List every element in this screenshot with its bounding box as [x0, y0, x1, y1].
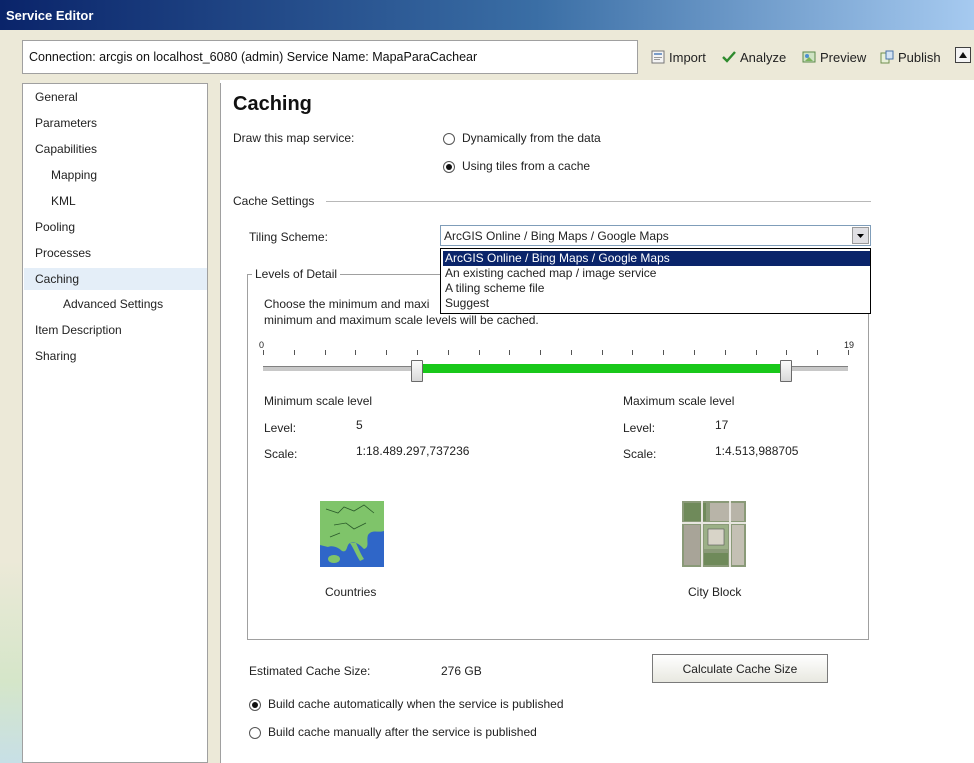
sidebar-item-kml[interactable]: KML: [51, 194, 76, 208]
sidebar-item-item-description[interactable]: Item Description: [35, 323, 122, 337]
checkmark-icon: [722, 51, 736, 63]
sidebar-item-mapping[interactable]: Mapping: [51, 168, 97, 182]
import-button[interactable]: Import: [651, 48, 706, 66]
publish-button[interactable]: Publish: [880, 48, 941, 66]
city-block-map-thumbnail: [682, 501, 746, 567]
tiling-scheme-label: Tiling Scheme:: [249, 230, 328, 244]
max-scale-heading: Maximum scale level: [623, 394, 735, 408]
cache-settings-heading: Cache Settings: [233, 194, 315, 208]
countries-caption: Countries: [325, 585, 377, 599]
min-level-value: 5: [356, 418, 363, 432]
min-scale-heading: Minimum scale level: [264, 394, 373, 408]
sidebar-item-parameters[interactable]: Parameters: [35, 116, 97, 130]
min-scale-label: Scale:: [264, 447, 298, 461]
import-label: Import: [669, 49, 706, 65]
connection-text: Connection: arcgis on localhost_6080 (ad…: [29, 50, 478, 64]
slider-tick: [725, 350, 726, 355]
tiling-scheme-dropdown-list: ArcGIS Online / Bing Maps / Google Maps …: [440, 248, 871, 314]
preview-button[interactable]: Preview: [802, 48, 866, 66]
triangle-up-icon: [959, 52, 967, 58]
draw-dynamic-label: Dynamically from the data: [462, 131, 601, 145]
preview-icon: [802, 51, 816, 63]
slider-tick: [602, 350, 603, 355]
slider-tick: [848, 350, 849, 355]
slider-tick: [817, 350, 818, 355]
chevron-down-icon: [857, 233, 864, 238]
slider-tick: [663, 350, 664, 355]
slider-tick: [417, 350, 418, 355]
sidebar-item-processes[interactable]: Processes: [35, 246, 91, 260]
levels-of-detail-legend: Levels of Detail: [252, 267, 341, 281]
slider-tick: [479, 350, 480, 355]
slider-tick: [786, 350, 787, 355]
sidebar-item-caching[interactable]: Caching: [35, 272, 79, 286]
slider-min-label: 0: [259, 340, 265, 350]
slider-tick: [571, 350, 572, 355]
slider-tick: [448, 350, 449, 355]
max-level-label: Level:: [623, 421, 656, 435]
tiling-option-scheme-file[interactable]: A tiling scheme file: [443, 281, 870, 296]
draw-tiles-label: Using tiles from a cache: [462, 159, 591, 173]
tiling-option-suggest[interactable]: Suggest: [443, 296, 870, 311]
collapse-button[interactable]: [955, 47, 971, 63]
slider-tick: [294, 350, 295, 355]
lod-description-line2: minimum and maximum scale levels will be…: [264, 313, 539, 327]
sidebar-item-advanced-settings[interactable]: Advanced Settings: [63, 297, 163, 311]
connection-box: Connection: arcgis on localhost_6080 (ad…: [22, 40, 638, 74]
tiling-option-arcgis-online[interactable]: ArcGIS Online / Bing Maps / Google Maps: [443, 251, 870, 266]
slider-tick: [355, 350, 356, 355]
dropdown-arrow-button[interactable]: [852, 227, 869, 244]
city-block-caption: City Block: [688, 585, 742, 599]
background-strip: [0, 560, 22, 763]
window-title: Service Editor: [6, 8, 94, 23]
min-level-label: Level:: [264, 421, 297, 435]
max-scale-label: Scale:: [623, 447, 657, 461]
lod-slider-selected-range: [417, 364, 786, 373]
slider-tick: [386, 350, 387, 355]
build-manual-label: Build cache manually after the service i…: [268, 725, 537, 739]
max-scale-value: 1:4.513,988705: [715, 444, 799, 458]
slider-tick: [756, 350, 757, 355]
draw-tiles-radio[interactable]: [443, 161, 455, 173]
sidebar-item-capabilities[interactable]: Capabilities: [35, 142, 97, 156]
sidebar-item-general[interactable]: General: [35, 90, 78, 104]
slider-tick: [694, 350, 695, 355]
analyze-label: Analyze: [740, 49, 787, 65]
lod-slider-min-thumb[interactable]: [411, 360, 423, 382]
slider-tick: [509, 350, 510, 355]
window-titlebar: [0, 0, 974, 30]
cache-settings-divider: [326, 201, 871, 202]
draw-dynamic-radio[interactable]: [443, 133, 455, 145]
slider-max-label: 19: [844, 340, 855, 350]
tiling-option-existing-service[interactable]: An existing cached map / image service: [443, 266, 870, 281]
countries-map-thumbnail: [320, 501, 384, 567]
sidebar-item-pooling[interactable]: Pooling: [35, 220, 75, 234]
slider-tick: [325, 350, 326, 355]
preview-label: Preview: [820, 49, 867, 65]
calculate-cache-size-button[interactable]: Calculate Cache Size: [652, 654, 828, 683]
slider-tick: [263, 350, 264, 355]
lod-description-line1: Choose the minimum and maxi: [264, 297, 430, 311]
build-auto-label: Build cache automatically when the servi…: [268, 697, 564, 711]
publish-icon: [880, 50, 894, 64]
tiling-scheme-value: ArcGIS Online / Bing Maps / Google Maps: [444, 229, 669, 243]
page-title: Caching: [233, 93, 312, 115]
draw-service-label: Draw this map service:: [233, 131, 355, 145]
min-scale-value: 1:18.489.297,737236: [356, 444, 470, 458]
lod-slider-max-thumb[interactable]: [780, 360, 792, 382]
slider-tick: [540, 350, 541, 355]
build-manual-radio[interactable]: [249, 727, 261, 739]
sidebar-item-sharing[interactable]: Sharing: [35, 349, 76, 363]
calculate-cache-size-label: Calculate Cache Size: [682, 661, 798, 676]
build-auto-radio[interactable]: [249, 699, 261, 711]
tiling-scheme-select[interactable]: ArcGIS Online / Bing Maps / Google Maps: [440, 225, 871, 246]
sidebar: General Parameters Capabilities Mapping …: [22, 83, 208, 763]
estimated-cache-size-label: Estimated Cache Size:: [249, 664, 371, 678]
publish-label: Publish: [898, 49, 941, 65]
import-icon: [651, 50, 665, 64]
max-level-value: 17: [715, 418, 729, 432]
estimated-cache-size-value: 276 GB: [441, 664, 482, 678]
slider-tick: [632, 350, 633, 355]
analyze-button[interactable]: Analyze: [722, 48, 786, 66]
